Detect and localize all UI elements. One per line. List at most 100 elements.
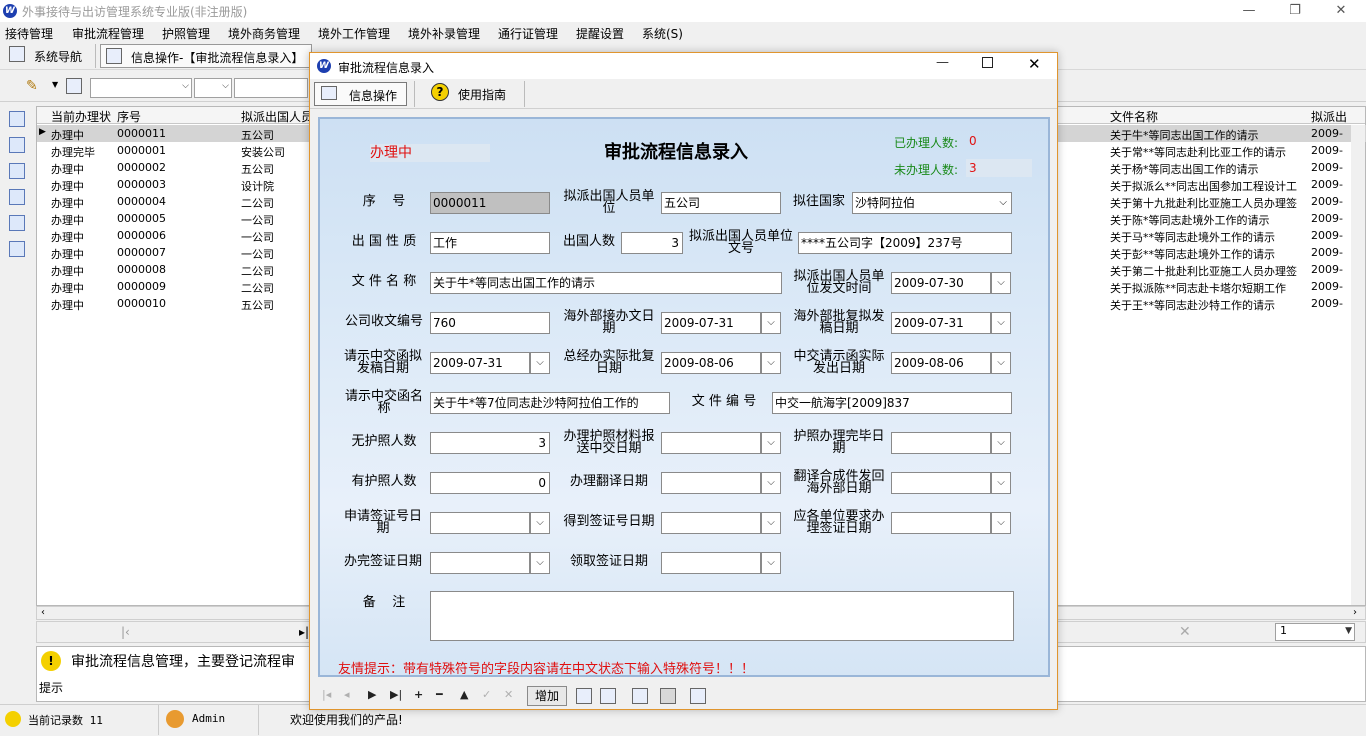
minimize-icon[interactable]: — xyxy=(1226,0,1272,22)
search-icon[interactable] xyxy=(632,688,648,704)
play-icon[interactable] xyxy=(660,688,676,704)
unit-doc-field[interactable]: ****五公司字【2009】237号 xyxy=(798,232,1012,254)
menu-pass[interactable]: 通行证管理 xyxy=(498,25,558,42)
vertical-scrollbar[interactable] xyxy=(1351,125,1365,605)
first-page-icon[interactable]: |‹ xyxy=(121,625,130,639)
visa-done-field[interactable] xyxy=(430,552,530,574)
menu-overseas-business[interactable]: 境外商务管理 xyxy=(228,25,300,42)
recv-field[interactable]: 760 xyxy=(430,312,550,334)
unit-field[interactable]: 五公司 xyxy=(661,192,781,214)
first-record-icon[interactable]: |◂ xyxy=(322,688,331,701)
send-time-field[interactable]: 2009-07-30 xyxy=(891,272,991,294)
req-send-field[interactable]: 2009-08-06 xyxy=(891,352,991,374)
print-preview-icon[interactable] xyxy=(600,688,616,704)
report-icon[interactable] xyxy=(9,189,25,205)
print-icon[interactable] xyxy=(576,688,592,704)
window-icon[interactable] xyxy=(9,111,25,127)
menu-reminder[interactable]: 提醒设置 xyxy=(576,25,624,42)
overseas-draft-picker[interactable]: ⌵ xyxy=(991,312,1011,334)
chevron-down-icon[interactable]: ▼ xyxy=(52,80,58,89)
users-icon[interactable] xyxy=(9,215,25,231)
translate-send-picker[interactable]: ⌵ xyxy=(991,472,1011,494)
operator-combo[interactable]: ⌵ xyxy=(194,78,232,98)
menu-overseas-supplement[interactable]: 境外补录管理 xyxy=(408,25,480,42)
restore-icon[interactable]: ❐ xyxy=(1272,0,1318,22)
minimize-icon[interactable]: — xyxy=(936,55,949,70)
visa-done-picker[interactable]: ⌵ xyxy=(530,552,550,574)
search-value-input[interactable] xyxy=(234,78,308,98)
last-record-icon[interactable]: ▶| xyxy=(390,688,402,701)
visa-req-field[interactable] xyxy=(891,512,991,534)
cancel-record-icon[interactable]: ✕ xyxy=(504,688,513,701)
send-time-picker[interactable]: ⌵ xyxy=(991,272,1011,294)
visa-apply-picker[interactable]: ⌵ xyxy=(530,512,550,534)
menu-reception[interactable]: 接待管理 xyxy=(5,25,53,42)
overseas-draft-field[interactable]: 2009-07-31 xyxy=(891,312,991,334)
header-file[interactable]: 文件名称 xyxy=(1110,108,1158,125)
visa-apply-field[interactable] xyxy=(430,512,530,534)
visa-take-field[interactable] xyxy=(661,552,761,574)
passport-done-field[interactable] xyxy=(891,432,991,454)
search-icon[interactable] xyxy=(66,78,82,94)
delete-record-icon[interactable]: ━ xyxy=(436,688,443,701)
tab-info-operation[interactable]: 信息操作 xyxy=(314,82,407,106)
translate-picker[interactable]: ⌵ xyxy=(761,472,781,494)
scroll-right-icon[interactable]: › xyxy=(1353,607,1357,618)
system-nav-button[interactable]: 系统导航 xyxy=(34,48,82,65)
overseas-recv-field[interactable]: 2009-07-31 xyxy=(661,312,761,334)
overseas-recv-picker[interactable]: ⌵ xyxy=(761,312,781,334)
passport-done-picker[interactable]: ⌵ xyxy=(991,432,1011,454)
scroll-left-icon[interactable]: ‹ xyxy=(41,607,45,618)
last-page-icon[interactable]: ▸| xyxy=(299,625,309,639)
gm-field[interactable]: 2009-08-06 xyxy=(661,352,761,374)
close-icon[interactable]: ✕ xyxy=(1318,0,1364,22)
close-icon[interactable]: ✕ xyxy=(1028,55,1041,73)
menu-overseas-work[interactable]: 境外工作管理 xyxy=(318,25,390,42)
list-icon[interactable] xyxy=(9,163,25,179)
visa-req-picker[interactable]: ⌵ xyxy=(991,512,1011,534)
passport-send-picker[interactable]: ⌵ xyxy=(761,432,781,454)
zoom-icon[interactable] xyxy=(690,688,706,704)
req-name-field[interactable]: 关于牛*等7位同志赴沙特阿拉伯工作的 xyxy=(430,392,670,414)
post-record-icon[interactable]: ✓ xyxy=(482,688,491,701)
visa-take-picker[interactable]: ⌵ xyxy=(761,552,781,574)
add-button[interactable]: 增加 xyxy=(527,686,567,706)
remark-field[interactable] xyxy=(430,591,1014,641)
visa-got-field[interactable] xyxy=(661,512,761,534)
seq-field[interactable]: 0000011 xyxy=(430,192,550,214)
help-icon[interactable]: ? xyxy=(431,83,449,101)
no-passport-field[interactable]: 3 xyxy=(430,432,550,454)
menu-system[interactable]: 系统(S) xyxy=(642,25,683,42)
passport-send-field[interactable] xyxy=(661,432,761,454)
maximize-icon[interactable] xyxy=(982,57,993,68)
menu-passport[interactable]: 护照管理 xyxy=(162,25,210,42)
translate-field[interactable] xyxy=(661,472,761,494)
translate-send-field[interactable] xyxy=(891,472,991,494)
next-record-icon[interactable]: ▶ xyxy=(368,688,376,701)
insert-record-icon[interactable]: + xyxy=(414,688,423,701)
count-field[interactable]: 3 xyxy=(621,232,683,254)
print-icon[interactable] xyxy=(9,241,25,257)
menu-approval[interactable]: 审批流程管理 xyxy=(72,25,144,42)
header-date[interactable]: 拟派出 xyxy=(1311,108,1347,125)
req-draft-field[interactable]: 2009-07-31 xyxy=(430,352,530,374)
header-no[interactable]: 序号 xyxy=(117,108,141,125)
edit-record-icon[interactable]: ▲ xyxy=(460,688,468,701)
country-select[interactable]: 沙特阿拉伯 ⌵ xyxy=(852,192,1012,214)
page-select[interactable]: 1 ▼ xyxy=(1275,623,1355,641)
prev-record-icon[interactable]: ◂ xyxy=(344,688,350,701)
has-passport-field[interactable]: 0 xyxy=(430,472,550,494)
doc-no-field[interactable]: 中交一航海字[2009]837 xyxy=(772,392,1012,414)
file-field[interactable]: 关于牛*等同志出国工作的请示 xyxy=(430,272,782,294)
tab-guide[interactable]: 使用指南 xyxy=(458,86,506,103)
header-unit[interactable]: 拟派出国人员 xyxy=(241,108,313,125)
gm-picker[interactable]: ⌵ xyxy=(761,352,781,374)
visa-got-picker[interactable]: ⌵ xyxy=(761,512,781,534)
req-draft-picker[interactable]: ⌵ xyxy=(530,352,550,374)
doc-tab[interactable]: 信息操作-【审批流程信息录入】 xyxy=(100,44,312,68)
edit-pencil-icon[interactable]: ✎ xyxy=(26,78,38,94)
nature-field[interactable]: 工作 xyxy=(430,232,550,254)
field-combo[interactable]: ⌵ xyxy=(90,78,192,98)
tree-icon[interactable] xyxy=(9,137,25,153)
req-send-picker[interactable]: ⌵ xyxy=(991,352,1011,374)
